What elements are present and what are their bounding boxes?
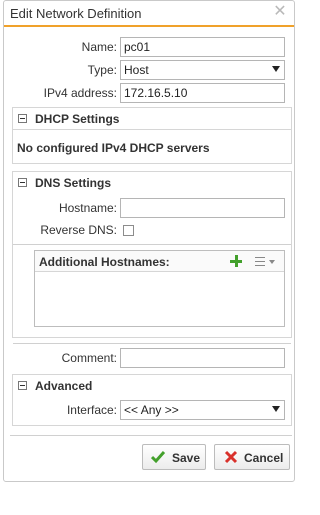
ipv4-input-value: 172.16.5.10 (124, 86, 188, 100)
additional-hostnames-list[interactable]: Additional Hostnames: (34, 250, 285, 327)
collapse-icon[interactable] (18, 381, 27, 390)
name-label: Name: (81, 40, 117, 54)
divider (10, 435, 292, 436)
comment-label: Comment: (61, 351, 117, 365)
type-select[interactable]: Host (120, 60, 285, 80)
additional-hostnames-title: Additional Hostnames: (39, 255, 170, 269)
dhcp-message: No configured IPv4 DHCP servers (17, 141, 210, 155)
divider (13, 343, 291, 344)
save-label: Save (172, 451, 201, 465)
edit-network-dialog: Edit Network Definition ✕ Name: pc01 Typ… (3, 0, 295, 482)
additional-hostnames-header: Additional Hostnames: (35, 251, 284, 272)
comment-input[interactable] (120, 348, 285, 368)
name-input-value: pc01 (124, 40, 151, 54)
close-icon[interactable]: ✕ (272, 4, 288, 20)
dhcp-settings-section: DHCP Settings No configured IPv4 DHCP se… (12, 107, 292, 164)
dns-section-header[interactable]: DNS Settings (13, 172, 291, 194)
reverse-dns-label: Reverse DNS: (40, 223, 117, 237)
add-icon[interactable] (230, 255, 242, 267)
ipv4-input[interactable]: 172.16.5.10 (120, 83, 285, 103)
divider (13, 244, 291, 245)
advanced-section-title: Advanced (35, 379, 93, 393)
ipv4-label: IPv4 address: (43, 86, 117, 100)
interface-select[interactable]: << Any >> (120, 400, 285, 420)
collapse-icon[interactable] (18, 178, 27, 187)
name-input[interactable]: pc01 (120, 37, 285, 57)
interface-label: Interface: (66, 403, 117, 417)
type-label: Type: (87, 63, 117, 77)
hostname-label: Hostname: (58, 201, 117, 215)
dns-section-title: DNS Settings (35, 176, 112, 190)
dhcp-section-title: DHCP Settings (35, 112, 120, 126)
interface-select-value: << Any >> (124, 403, 179, 417)
chevron-down-icon (272, 406, 280, 412)
dialog-titlebar[interactable]: Edit Network Definition ✕ (4, 1, 294, 27)
hostname-input[interactable] (120, 198, 285, 218)
advanced-section-header[interactable]: Advanced (13, 375, 291, 397)
dialog-title: Edit Network Definition (10, 6, 142, 21)
cancel-label: Cancel (244, 451, 284, 465)
dhcp-section-header[interactable]: DHCP Settings (13, 108, 291, 130)
list-menu-icon[interactable] (253, 255, 279, 268)
reverse-dns-checkbox[interactable] (123, 225, 134, 236)
chevron-down-icon (272, 66, 280, 72)
collapse-icon[interactable] (18, 114, 27, 123)
cancel-button[interactable]: Cancel (214, 444, 290, 470)
cancel-x-icon (224, 450, 238, 464)
save-button[interactable]: Save (142, 444, 206, 470)
type-select-value: Host (124, 63, 149, 77)
checkmark-icon (151, 451, 165, 464)
